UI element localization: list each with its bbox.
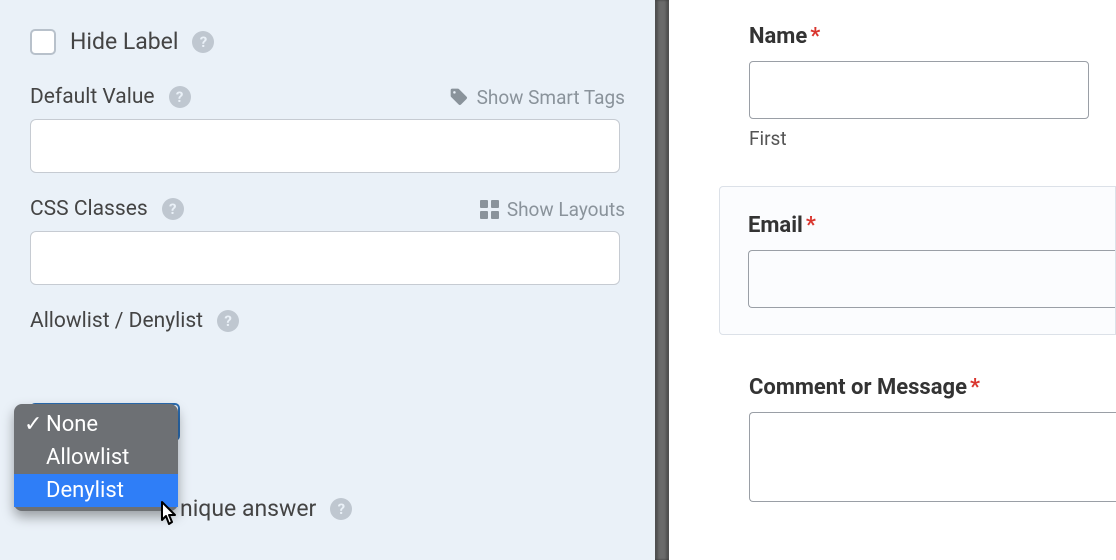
required-asterisk: * [970, 375, 980, 400]
help-icon[interactable]: ? [330, 498, 352, 520]
comment-field[interactable]: Comment or Message* [749, 375, 1116, 502]
css-classes-label: CSS Classes [30, 197, 148, 221]
option-label: None [46, 412, 98, 437]
hide-label-text: Hide Label [70, 28, 178, 55]
grid-icon [480, 200, 499, 219]
first-name-sublabel: First [749, 127, 1116, 150]
help-icon[interactable]: ? [192, 31, 214, 53]
help-icon[interactable]: ? [217, 310, 239, 332]
option-label: Denylist [46, 478, 124, 503]
panel-divider[interactable] [655, 0, 669, 560]
option-label: Allowlist [46, 445, 129, 470]
help-icon[interactable]: ? [162, 198, 184, 220]
name-label: Name [749, 24, 807, 49]
layouts-hint-text: Show Layouts [507, 198, 625, 221]
help-icon[interactable]: ? [169, 86, 191, 108]
field-options-panel: Hide Label ? Default Value ? Show Smart … [0, 0, 655, 560]
default-value-input[interactable] [30, 119, 620, 173]
smart-tags-hint-text: Show Smart Tags [477, 86, 625, 109]
option-none[interactable]: ✓ None [14, 408, 178, 441]
email-field[interactable]: Email* [719, 186, 1116, 335]
default-value-label: Default Value [30, 85, 155, 109]
required-asterisk: * [810, 24, 820, 49]
option-allowlist[interactable]: Allowlist [14, 441, 178, 474]
required-asterisk: * [806, 213, 816, 238]
allowlist-denylist-menu: ✓ None Allowlist Denylist [14, 404, 178, 511]
name-field[interactable]: Name* First [749, 24, 1116, 150]
hide-label-option[interactable]: Hide Label ? [30, 28, 625, 55]
comment-textarea[interactable] [749, 412, 1116, 502]
comment-label: Comment or Message [749, 375, 967, 400]
email-input[interactable] [748, 250, 1115, 308]
unique-answer-option[interactable]: nique answer ? [180, 495, 352, 522]
allowlist-denylist-label: Allowlist / Denylist [30, 309, 203, 333]
tag-icon [449, 87, 469, 107]
show-smart-tags-button[interactable]: Show Smart Tags [449, 86, 625, 109]
email-label: Email [748, 213, 803, 238]
unique-answer-text: nique answer [180, 495, 316, 522]
css-classes-input[interactable] [30, 231, 620, 285]
first-name-input[interactable] [749, 61, 1089, 119]
hide-label-checkbox[interactable] [30, 29, 56, 55]
option-denylist[interactable]: Denylist [14, 474, 178, 507]
form-preview: Name* First Email* Comment or Message* [669, 0, 1116, 560]
show-layouts-button[interactable]: Show Layouts [480, 198, 625, 221]
check-icon: ✓ [24, 412, 40, 437]
